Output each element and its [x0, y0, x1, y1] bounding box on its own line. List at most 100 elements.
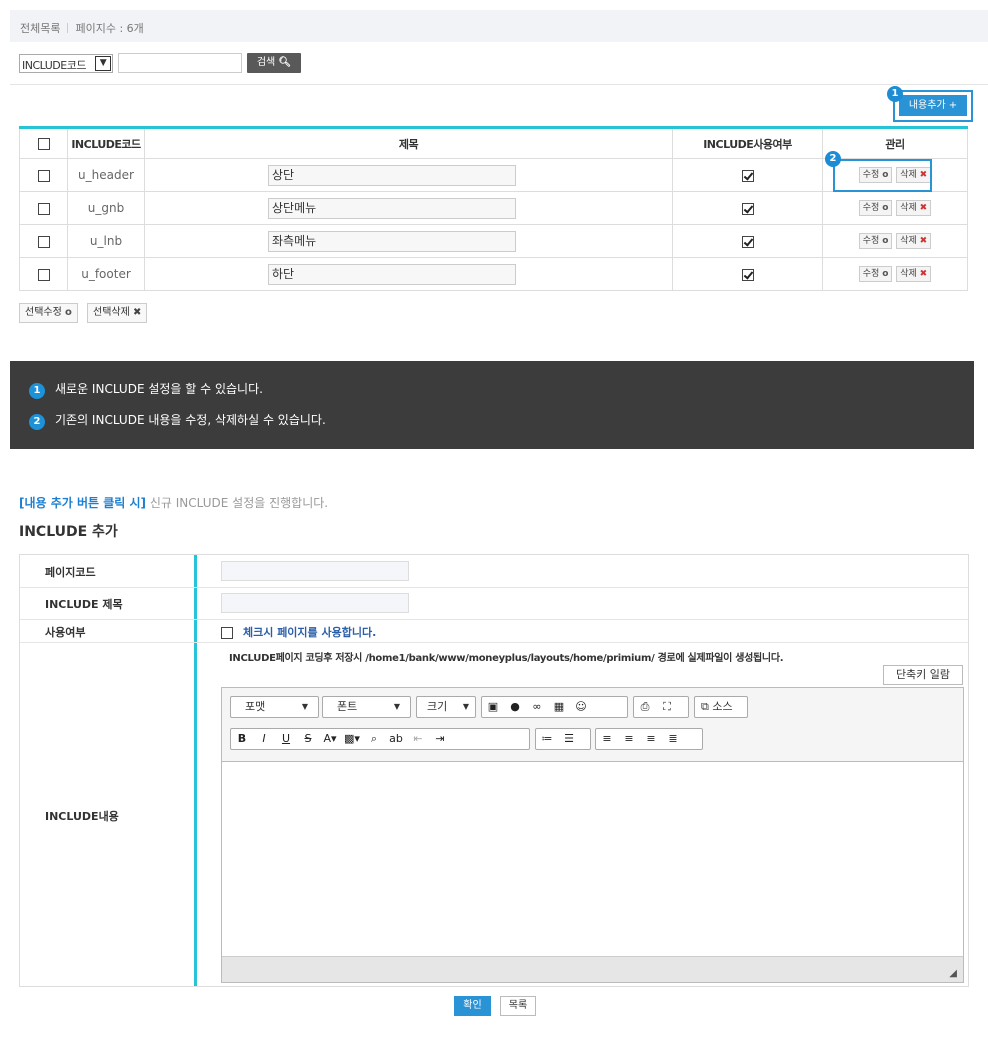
list-button[interactable]: 목록 — [500, 996, 536, 1016]
align-center-icon[interactable]: ≡ — [618, 729, 640, 749]
content-label: INCLUDE내용 — [45, 810, 119, 823]
bulk-delete-button[interactable]: 선택삭제 ✖ — [87, 303, 148, 323]
align-right-icon[interactable]: ≡ — [640, 729, 662, 749]
source-button[interactable]: ⧉ 소스 — [694, 696, 748, 718]
list-title: 전체목록 — [20, 22, 61, 35]
select-all-checkbox[interactable] — [37, 138, 50, 150]
row-code: u_footer — [67, 257, 145, 291]
chevron-down-icon: ▼ — [462, 702, 469, 711]
justify-icon[interactable]: ≣ — [662, 729, 684, 749]
search-input[interactable] — [118, 53, 242, 73]
bold-button[interactable]: B — [231, 729, 253, 749]
row-checkbox[interactable] — [37, 268, 50, 281]
edit-button[interactable]: 수정 o — [858, 233, 893, 249]
divider — [10, 84, 988, 85]
outdent-icon[interactable]: ⇤ — [407, 729, 429, 749]
include-table: INCLUDE코드 제목 INCLUDE사용여부 관리 u_header 상단 … — [19, 126, 968, 291]
row-use-checkbox[interactable] — [741, 235, 754, 248]
page-code-label: 페이지코드 — [45, 566, 96, 579]
editor-toolbar: 포맷 ▼ 폰트 ▼ 크기 ▼ ▣ ● ∞ ▦ ☺ ⎙ ⛶ ⧉ 소스 B I U S A▾ ▩▾ ⌕ ab ⇤ ⇥ … — [222, 688, 963, 762]
highlight-box-2 — [833, 159, 932, 192]
page-code-input[interactable] — [221, 561, 409, 581]
callout-badge-2: 2 — [825, 151, 841, 167]
shortcut-button[interactable]: 단축키 일람 — [883, 665, 963, 685]
close-icon: ✖ — [919, 203, 928, 213]
table-row: u_gnb 상단메뉴 수정 o 삭제 ✖ — [19, 191, 968, 225]
row-title-input[interactable]: 좌측메뉴 — [268, 230, 516, 252]
col-title: 제목 — [144, 127, 673, 159]
flash-icon[interactable]: ● — [504, 697, 526, 717]
resize-handle-icon[interactable]: ◢ — [949, 968, 957, 979]
row-title-input[interactable]: 상단 — [268, 164, 516, 186]
row-title-input[interactable]: 하단 — [268, 263, 516, 285]
content-editor[interactable]: 포맷 ▼ 폰트 ▼ 크기 ▼ ▣ ● ∞ ▦ ☺ ⎙ ⛶ ⧉ 소스 B I U S A▾ ▩▾ ⌕ ab ⇤ ⇥ … — [221, 687, 964, 983]
editor-footer: ◢ — [222, 956, 963, 982]
row-title-input[interactable]: 상단메뉴 — [268, 197, 516, 219]
delete-button[interactable]: 삭제 ✖ — [896, 200, 932, 216]
circle-icon: o — [882, 236, 889, 246]
delete-button[interactable]: 삭제 ✖ — [896, 266, 932, 282]
bullet-list-icon[interactable]: ☰ — [558, 729, 580, 749]
bulk-edit-button[interactable]: 선택수정 o — [19, 303, 78, 323]
chevron-down-icon: ▼ — [95, 56, 111, 71]
row-use-checkbox[interactable] — [741, 202, 754, 215]
indent-icon[interactable]: ⇥ — [429, 729, 451, 749]
size-dropdown[interactable]: 크기 ▼ — [416, 696, 476, 718]
align-left-icon[interactable]: ≡ — [596, 729, 618, 749]
maximize-icon[interactable]: ⛶ — [656, 697, 678, 717]
row-code: u_header — [67, 158, 145, 192]
row-use-checkbox[interactable] — [741, 268, 754, 281]
section-title: INCLUDE 추가 — [19, 524, 118, 540]
source-icon: ⧉ — [701, 700, 709, 713]
row-code: u_lnb — [67, 224, 145, 258]
find-icon[interactable]: ⌕ — [363, 729, 385, 749]
row-checkbox[interactable] — [37, 235, 50, 248]
caption: [내용 추가 버튼 클릭 시] 신규 INCLUDE 설정을 진행합니다. — [19, 496, 329, 510]
row-code: u_gnb — [67, 191, 145, 225]
search-button[interactable]: 검색 🔍︎ — [247, 53, 301, 73]
circle-icon: o — [882, 203, 889, 213]
format-dropdown[interactable]: 포맷 ▼ — [230, 696, 319, 718]
strike-button[interactable]: S — [297, 729, 319, 749]
italic-button[interactable]: I — [253, 729, 275, 749]
underline-button[interactable]: U — [275, 729, 297, 749]
use-checkbox-text: 체크시 페이지를 사용합니다. — [243, 626, 377, 639]
search-icon: 🔍︎ — [278, 57, 292, 68]
help-line-1: 새로운 INCLUDE 설정을 할 수 있습니다. — [55, 382, 263, 396]
table-row: u_footer 하단 수정 o 삭제 ✖ — [19, 257, 968, 291]
smiley-icon[interactable]: ☺ — [570, 697, 592, 717]
row-checkbox[interactable] — [37, 202, 50, 215]
circle-icon: o — [882, 269, 889, 279]
help-line-2: 기존의 INCLUDE 내용을 수정, 삭제하실 수 있습니다. — [55, 413, 326, 427]
row-use-checkbox[interactable] — [741, 169, 754, 182]
edit-button[interactable]: 수정 o — [858, 200, 893, 216]
add-content-button[interactable]: 내용추가 + — [899, 95, 967, 116]
font-dropdown[interactable]: 폰트 ▼ — [322, 696, 411, 718]
ordered-list-icon[interactable]: ≔ — [536, 729, 558, 749]
table-icon[interactable]: ▦ — [548, 697, 570, 717]
print-icon[interactable]: ⎙ — [634, 697, 656, 717]
close-icon: ✖ — [919, 269, 928, 279]
row-checkbox[interactable] — [37, 169, 50, 182]
title-input[interactable] — [221, 593, 409, 613]
text-color-icon[interactable]: A▾ — [319, 729, 341, 749]
use-label: 사용여부 — [45, 626, 86, 639]
col-code: INCLUDE코드 — [67, 127, 145, 159]
col-use: INCLUDE사용여부 — [672, 127, 823, 159]
add-form: 페이지코드 INCLUDE 제목 사용여부 체크시 페이지를 사용합니다. IN… — [19, 554, 969, 987]
use-checkbox[interactable] — [221, 627, 233, 639]
table-row: u_lnb 좌측메뉴 수정 o 삭제 ✖ — [19, 224, 968, 258]
chevron-down-icon: ▼ — [393, 702, 400, 711]
bg-color-icon[interactable]: ▩▾ — [341, 729, 363, 749]
edit-button[interactable]: 수정 o — [858, 266, 893, 282]
title-label: INCLUDE 제목 — [45, 598, 123, 611]
col-manage: 관리 — [822, 127, 968, 159]
replace-icon[interactable]: ab — [385, 729, 407, 749]
confirm-button[interactable]: 확인 — [454, 996, 491, 1016]
image-icon[interactable]: ▣ — [482, 697, 504, 717]
select-all-cell — [19, 127, 68, 159]
link-icon[interactable]: ∞ — [526, 697, 548, 717]
delete-button[interactable]: 삭제 ✖ — [896, 233, 932, 249]
callout-badge-1: 1 — [887, 86, 903, 102]
filter-select[interactable]: INCLUDE코드 ▼ — [19, 54, 113, 73]
